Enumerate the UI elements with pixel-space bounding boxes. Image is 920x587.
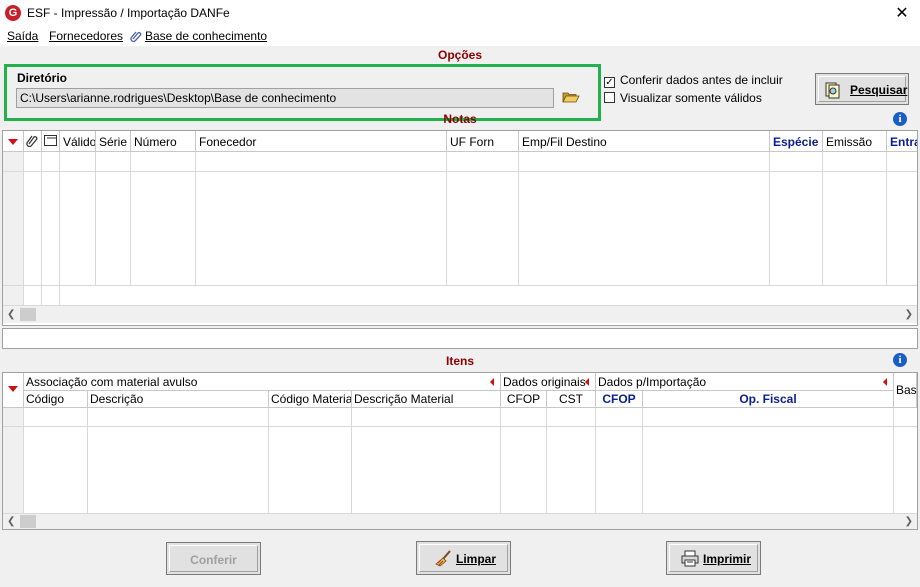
col-op-fiscal[interactable]: Op. Fiscal bbox=[643, 391, 894, 408]
options-title: Opções bbox=[437, 48, 482, 62]
group-base[interactable]: Base bbox=[894, 373, 917, 408]
group-dados-originais[interactable]: Dados originais bbox=[501, 373, 596, 391]
conferir-label: Conferir dados antes de incluir bbox=[620, 73, 783, 87]
notas-title: Notas bbox=[443, 112, 477, 126]
title-bar: G ESF - Impressão / Importação DANFe ✕ bbox=[0, 0, 920, 27]
col-serie[interactable]: Série bbox=[96, 131, 131, 152]
notas-horizontal-scrollbar[interactable]: ❮ ❯ bbox=[3, 305, 917, 323]
app-logo-icon: G bbox=[5, 5, 21, 21]
directory-input[interactable]: C:\Users\arianne.rodrigues\Desktop\Base … bbox=[16, 88, 554, 108]
document-header bbox=[42, 131, 60, 152]
visualizar-label: Visualizar somente válidos bbox=[620, 91, 762, 105]
conferir-button[interactable]: Conferir bbox=[166, 542, 261, 575]
directory-label: Diretório bbox=[17, 71, 68, 85]
scroll-right-icon[interactable]: ❯ bbox=[905, 309, 913, 320]
col-especie[interactable]: Espécie bbox=[770, 131, 823, 152]
col-uf-forn[interactable]: UF Forn bbox=[447, 131, 519, 152]
document-icon bbox=[44, 135, 57, 146]
group-dados-importacao[interactable]: Dados p/Importação bbox=[596, 373, 894, 391]
notas-sort-header[interactable] bbox=[3, 131, 24, 152]
broom-icon bbox=[435, 550, 451, 567]
conferir-checkbox-row[interactable]: ✓ Conferir dados antes de incluir bbox=[604, 73, 783, 88]
group-associacao-label: Associação com material avulso bbox=[26, 375, 198, 389]
notas-detail-field[interactable] bbox=[2, 328, 918, 349]
itens-title: Itens bbox=[445, 354, 474, 368]
close-button[interactable]: ✕ bbox=[884, 0, 920, 27]
search-docs-icon bbox=[825, 82, 840, 99]
scroll-left-icon[interactable]: ❮ bbox=[7, 516, 15, 527]
notas-grid: Válido Série Número Fonecedor UF Forn Em… bbox=[2, 130, 918, 326]
col-descricao-material[interactable]: Descrição Material bbox=[352, 391, 501, 408]
printer-icon bbox=[681, 550, 699, 567]
menu-base-conhecimento[interactable]: Base de conhecimento bbox=[130, 29, 267, 43]
collapse-left-icon[interactable] bbox=[490, 378, 494, 386]
col-cfop-original[interactable]: CFOP bbox=[501, 391, 547, 408]
notas-row-indicator bbox=[3, 152, 24, 305]
col-valido[interactable]: Válido bbox=[60, 131, 96, 152]
col-cfop-importacao[interactable]: CFOP bbox=[596, 391, 643, 408]
col-descricao[interactable]: Descrição bbox=[88, 391, 269, 408]
col-fornecedor[interactable]: Fonecedor bbox=[196, 131, 447, 152]
limpar-button[interactable]: Limpar bbox=[416, 541, 511, 575]
menu-saida[interactable]: Saída bbox=[7, 29, 38, 43]
itens-sort-header[interactable] bbox=[3, 373, 24, 408]
col-numero[interactable]: Número bbox=[131, 131, 196, 152]
collapse-left-icon[interactable] bbox=[883, 378, 887, 386]
menu-base-label: Base de conhecimento bbox=[145, 29, 268, 43]
collapse-left-icon[interactable] bbox=[585, 378, 589, 386]
group-dados-importacao-label: Dados p/Importação bbox=[598, 375, 707, 389]
scroll-left-icon[interactable]: ❮ bbox=[7, 309, 15, 320]
col-emissao[interactable]: Emissão bbox=[823, 131, 887, 152]
sort-down-icon bbox=[8, 386, 18, 392]
group-dados-originais-label: Dados originais bbox=[503, 375, 586, 389]
group-associacao[interactable]: Associação com material avulso bbox=[24, 373, 501, 391]
imprimir-button-label: Imprimir bbox=[703, 552, 752, 566]
directory-panel: Diretório C:\Users\arianne.rodrigues\Des… bbox=[4, 64, 601, 121]
col-cst[interactable]: CST bbox=[547, 391, 596, 408]
col-emp-fil-destino[interactable]: Emp/Fil Destino bbox=[519, 131, 770, 152]
itens-row-indicator bbox=[3, 408, 24, 513]
itens-grid: Associação com material avulso Dados ori… bbox=[2, 372, 918, 530]
col-codigo[interactable]: Código bbox=[24, 391, 88, 408]
scroll-thumb[interactable] bbox=[20, 308, 36, 321]
visualizar-checkbox-row[interactable]: Visualizar somente válidos bbox=[604, 91, 762, 105]
sort-down-icon bbox=[8, 139, 18, 145]
conferir-button-label: Conferir bbox=[190, 553, 237, 567]
scroll-right-icon[interactable]: ❯ bbox=[905, 516, 913, 527]
imprimir-button[interactable]: Imprimir bbox=[666, 541, 761, 575]
scroll-thumb[interactable] bbox=[20, 515, 36, 528]
window-title: ESF - Impressão / Importação DANFe bbox=[27, 6, 230, 20]
attachment-header bbox=[24, 131, 42, 152]
itens-horizontal-scrollbar[interactable]: ❮ ❯ bbox=[3, 513, 917, 529]
menu-bar: Saída Fornecedores Base de conhecimento bbox=[0, 27, 920, 46]
menu-fornecedores[interactable]: Fornecedores bbox=[49, 29, 123, 43]
info-icon[interactable]: i bbox=[893, 112, 907, 126]
search-button-label: Pesquisar bbox=[850, 83, 908, 97]
limpar-button-label: Limpar bbox=[456, 552, 497, 566]
col-entrada[interactable]: Entra bbox=[887, 131, 917, 152]
info-icon[interactable]: i bbox=[893, 353, 907, 367]
conferir-checkbox[interactable]: ✓ bbox=[604, 77, 615, 88]
paperclip-icon bbox=[130, 31, 142, 42]
col-codigo-material[interactable]: Código Material bbox=[269, 391, 352, 408]
attachment-icon bbox=[26, 135, 38, 148]
visualizar-checkbox[interactable] bbox=[604, 92, 615, 103]
search-button[interactable]: Pesquisar bbox=[815, 73, 909, 105]
folder-open-icon[interactable] bbox=[562, 89, 580, 105]
